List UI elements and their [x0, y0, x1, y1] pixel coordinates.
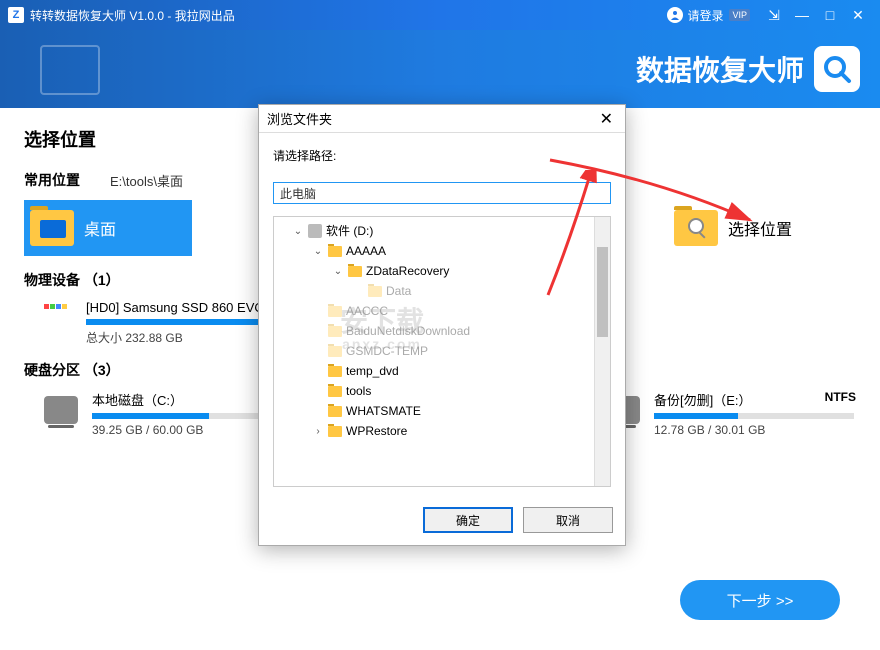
- next-button[interactable]: 下一步 >>: [680, 580, 840, 620]
- common-section-title: 常用位置: [24, 170, 80, 190]
- dialog-label: 请选择路径:: [273, 147, 611, 164]
- partition-c[interactable]: 本地磁盘（C:） 39.25 GB / 60.00 GB: [44, 390, 294, 437]
- maximize-button[interactable]: □: [816, 7, 844, 23]
- login-button[interactable]: 请登录 VIP: [667, 7, 750, 24]
- folder-icon: [328, 246, 342, 257]
- browse-folder-dialog: 浏览文件夹 ✕ 请选择路径: ⌄软件 (D:) ⌄AAAAA ⌄ZDataRec…: [258, 104, 626, 546]
- folder-icon: [328, 386, 342, 397]
- path-input[interactable]: [273, 182, 611, 204]
- partition-e[interactable]: 备份[勿删]（E:） NTFS 12.78 GB / 30.01 GB: [606, 390, 856, 437]
- drive-icon: [44, 396, 78, 424]
- folder-icon: [348, 266, 362, 277]
- partition-e-name: 备份[勿删]（E:）: [654, 390, 752, 409]
- select-location-label: 选择位置: [728, 216, 792, 240]
- banner: 数据恢复大师: [0, 30, 880, 108]
- tree-node[interactable]: temp_dvd: [278, 361, 606, 381]
- folder-tree: ⌄软件 (D:) ⌄AAAAA ⌄ZDataRecovery Data AACC…: [273, 216, 611, 487]
- folder-icon: [328, 306, 342, 317]
- folder-icon: [328, 326, 342, 337]
- folder-icon: [328, 346, 342, 357]
- tree-node[interactable]: tools: [278, 381, 606, 401]
- desktop-tile-label: 桌面: [84, 216, 116, 240]
- partition-c-name: 本地磁盘（C:）: [92, 390, 183, 409]
- titlebar: Z 转转数据恢复大师 V1.0.0 - 我拉网出品 请登录 VIP ⇲ — □ …: [0, 0, 880, 30]
- partition-e-bar: [654, 413, 854, 419]
- app-logo: Z: [8, 7, 24, 23]
- user-icon: [667, 7, 683, 23]
- tree-node[interactable]: WHATSMATE: [278, 401, 606, 421]
- folder-icon: [328, 406, 342, 417]
- close-button[interactable]: ✕: [844, 7, 872, 24]
- app-title: 转转数据恢复大师 V1.0.0 - 我拉网出品: [30, 7, 667, 24]
- tree-node[interactable]: BaiduNetdiskDownload: [278, 321, 606, 341]
- folder-icon: [328, 366, 342, 377]
- dialog-close-button[interactable]: ✕: [596, 109, 617, 129]
- pin-button[interactable]: ⇲: [760, 7, 788, 24]
- search-folder-icon: [674, 210, 718, 246]
- partition-c-bar: [92, 413, 272, 419]
- select-location-tile[interactable]: 选择位置: [668, 200, 836, 256]
- tree-scrollbar[interactable]: [594, 217, 610, 486]
- folder-icon: [368, 286, 382, 297]
- cancel-button[interactable]: 取消: [523, 507, 613, 533]
- ok-button[interactable]: 确定: [423, 507, 513, 533]
- device-usage-bar: [86, 319, 266, 325]
- banner-logo-icon: [814, 46, 860, 92]
- vip-badge: VIP: [729, 9, 750, 21]
- desktop-tile[interactable]: 桌面: [24, 200, 192, 256]
- folder-icon: [328, 426, 342, 437]
- partition-e-size: 12.78 GB / 30.01 GB: [654, 423, 856, 437]
- tree-node[interactable]: Data: [278, 281, 606, 301]
- drive-icon: [308, 224, 322, 238]
- tree-node[interactable]: ›WPRestore: [278, 421, 606, 441]
- desktop-folder-icon: [30, 210, 74, 246]
- partition-e-fs: NTFS: [825, 390, 856, 409]
- tree-node[interactable]: AACCC: [278, 301, 606, 321]
- minimize-button[interactable]: —: [788, 7, 816, 23]
- tree-node[interactable]: ⌄AAAAA: [278, 241, 606, 261]
- dialog-title: 浏览文件夹: [267, 109, 332, 128]
- banner-title: 数据恢复大师: [636, 49, 804, 89]
- ssd-icon: [44, 304, 72, 332]
- tree-node-drive[interactable]: ⌄软件 (D:): [278, 221, 606, 241]
- banner-decoration: [40, 45, 100, 95]
- common-path: E:\tools\桌面: [110, 171, 183, 190]
- tree-node[interactable]: GSMDC-TEMP: [278, 341, 606, 361]
- tree-node[interactable]: ⌄ZDataRecovery: [278, 261, 606, 281]
